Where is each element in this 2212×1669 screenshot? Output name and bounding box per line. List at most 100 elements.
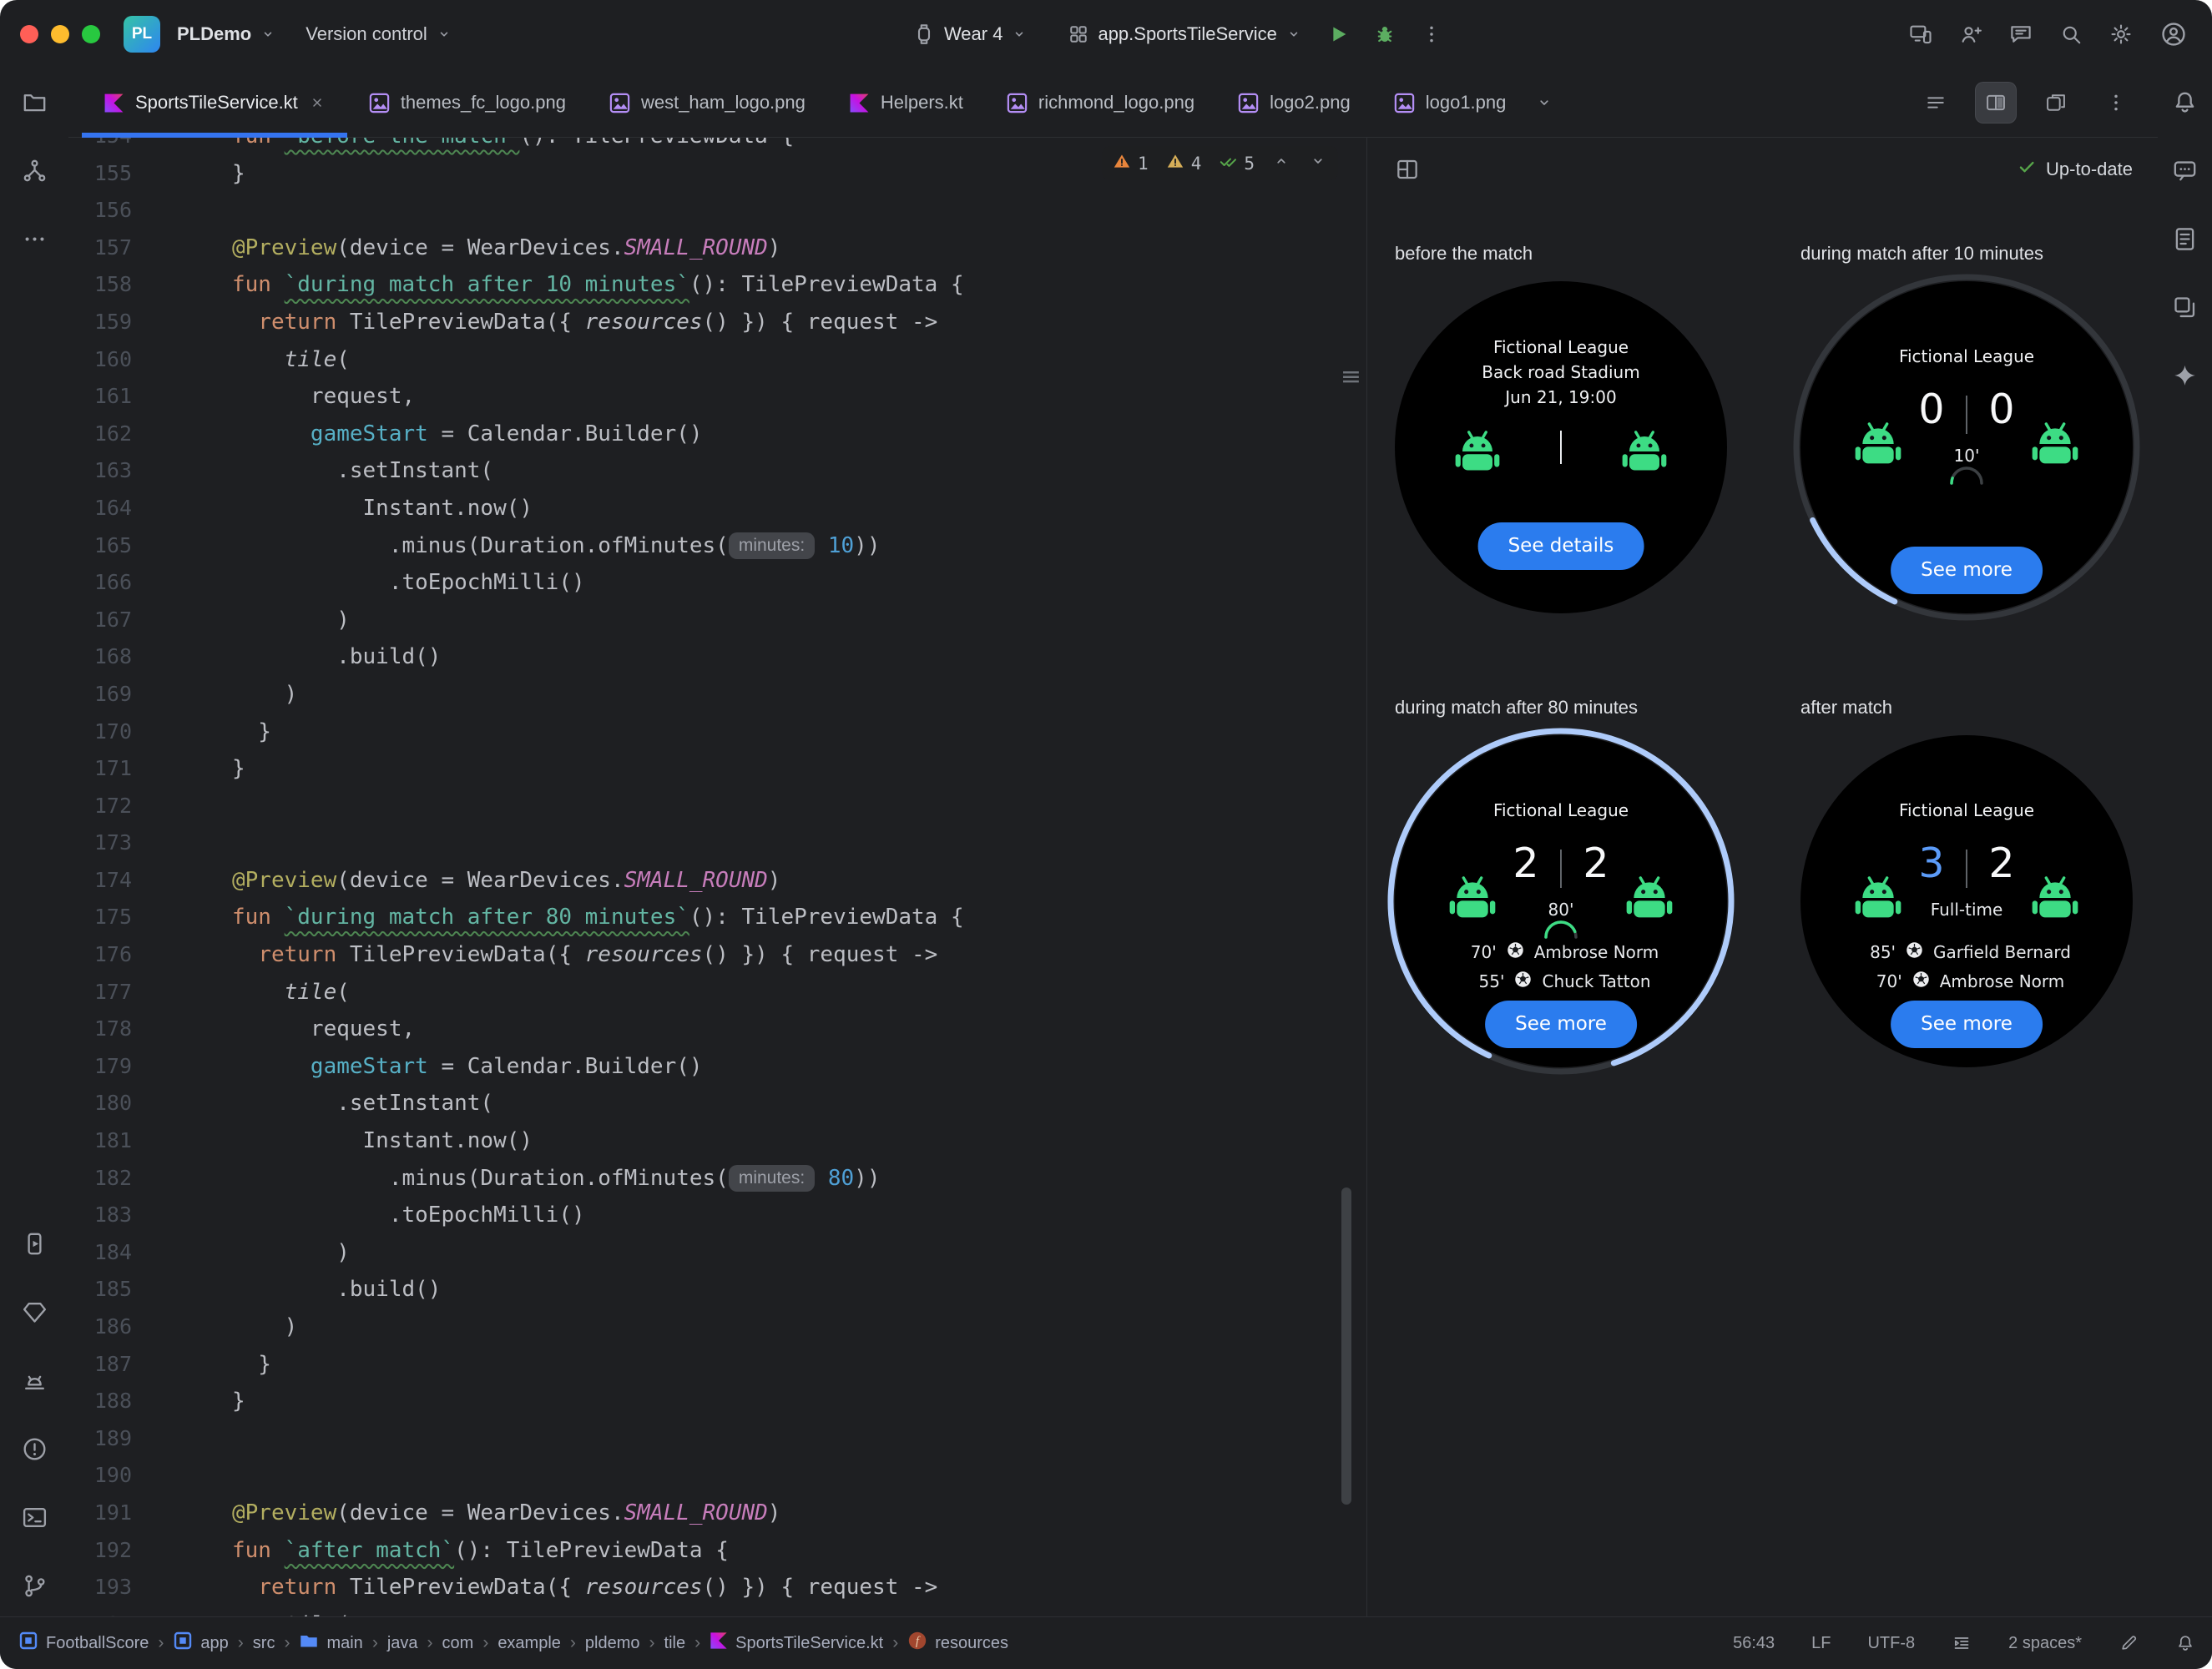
tab-SportsTileService.kt[interactable]: SportsTileService.kt — [82, 68, 347, 138]
line-number: 176 — [93, 942, 132, 967]
time-gauge — [1542, 920, 1580, 943]
warning-badge[interactable]: 4 — [1165, 151, 1201, 175]
code-line: 161 request, — [68, 378, 1366, 416]
line-number: 179 — [93, 1053, 132, 1078]
breadcrumb-item[interactable]: src — [253, 1634, 275, 1653]
breadcrumb-item[interactable]: java — [387, 1634, 418, 1653]
app-insights-icon[interactable] — [11, 1288, 58, 1335]
vcs-menu[interactable]: Version control — [306, 23, 453, 45]
gemini-icon[interactable] — [2162, 352, 2209, 399]
soccer-ball-icon — [1912, 971, 1930, 992]
more-h-icon[interactable] — [11, 215, 58, 262]
tile-preview[interactable]: before the match Fictional League Back roa… — [1395, 243, 1727, 613]
feedback-icon[interactable] — [2008, 22, 2033, 47]
problems-icon[interactable] — [11, 1425, 58, 1472]
breadcrumb-item[interactable]: SportsTileService.kt — [710, 1631, 883, 1655]
tile-preview[interactable]: during match after 80 minutes Fictional L… — [1387, 697, 1735, 1075]
write-access-icon[interactable] — [2119, 1633, 2139, 1653]
user-plus-icon[interactable] — [1958, 22, 1983, 47]
tab-bar: SportsTileService.kt themes_fc_logo.png we… — [68, 68, 2158, 138]
editor-scrollbar[interactable] — [1341, 1187, 1351, 1505]
detach-icon[interactable] — [2036, 83, 2076, 123]
code-line: 184 ) — [68, 1234, 1366, 1272]
line-separator[interactable]: LF — [1811, 1634, 1831, 1653]
user-avatar[interactable] — [2155, 16, 2192, 53]
caret-position[interactable]: 56:43 — [1733, 1634, 1775, 1653]
project-logo: PL — [124, 16, 160, 53]
run-button[interactable] — [1320, 16, 1356, 53]
tab-west_ham_logo.png[interactable]: west_ham_logo.png — [588, 68, 827, 137]
tab-label: richmond_logo.png — [1038, 92, 1195, 113]
breadcrumb-item[interactable]: example — [497, 1634, 561, 1653]
tile-preview[interactable]: after match Fictional League 3 2 Full-time 85… — [1800, 697, 2133, 1067]
tab-themes_fc_logo.png[interactable]: themes_fc_logo.png — [347, 68, 588, 137]
breadcrumb-item[interactable]: f resources — [907, 1631, 1008, 1656]
breadcrumb-separator: › — [371, 1633, 378, 1652]
kotlin-file-icon — [104, 93, 124, 113]
prev-problem-icon[interactable] — [1271, 151, 1291, 175]
breadcrumb-item[interactable]: pldemo — [585, 1634, 640, 1653]
settings-icon[interactable] — [2108, 22, 2134, 47]
inspection-widget[interactable]: 1 4 5 — [1102, 146, 1338, 180]
code-line: 175 fun `during match after 80 minutes`()… — [68, 899, 1366, 936]
titlebar: PL PLDemo Version control Wear 4 app.Spo… — [0, 0, 2212, 68]
notifications-icon[interactable] — [2175, 1633, 2195, 1653]
zoom-window-button[interactable] — [82, 25, 100, 43]
logcat-icon[interactable] — [11, 1357, 58, 1404]
tab-logo1.png[interactable]: logo1.png — [1372, 68, 1528, 137]
match-time: 10' — [1953, 446, 1980, 466]
structure-icon[interactable] — [11, 147, 58, 194]
indent-options-icon[interactable] — [1952, 1633, 1972, 1653]
debug-button[interactable] — [1366, 16, 1403, 53]
project-menu[interactable]: PLDemo — [177, 23, 277, 45]
more-v-icon[interactable] — [2096, 83, 2136, 123]
passed-checks-badge[interactable]: 5 — [1218, 151, 1255, 175]
code-line: 174 @Preview(device = WearDevices.SMALL_R… — [68, 862, 1366, 900]
search-icon[interactable] — [2058, 22, 2083, 47]
git-branch-icon[interactable] — [11, 1562, 58, 1609]
device-explorer-icon[interactable] — [2162, 284, 2209, 330]
device-mirror-icon[interactable] — [1908, 22, 1933, 47]
editor[interactable]: 154fun `before the match`(): TilePreview… — [68, 138, 1366, 1617]
next-problem-icon[interactable] — [1308, 151, 1328, 175]
line-number: 192 — [93, 1537, 132, 1562]
breadcrumb-separator: › — [158, 1633, 164, 1652]
close-window-button[interactable] — [20, 25, 38, 43]
line-number: 181 — [93, 1128, 132, 1153]
preview-layout-icon[interactable] — [1394, 156, 1421, 183]
ai-assistant-icon[interactable] — [2162, 147, 2209, 194]
line-number: 168 — [93, 644, 132, 669]
tab-Helpers.kt[interactable]: Helpers.kt — [827, 68, 985, 137]
code-line: 191 @Preview(device = WearDevices.SMALL_R… — [68, 1495, 1366, 1532]
indent-setting[interactable]: 2 spaces* — [2008, 1634, 2082, 1653]
breadcrumb-item[interactable]: FootballScore — [18, 1631, 149, 1656]
list-icon[interactable] — [1916, 83, 1956, 123]
tile-preview[interactable]: during match after 10 minutes Fictional L… — [1793, 243, 2140, 621]
running-devices-icon[interactable] — [11, 1220, 58, 1267]
project-icon[interactable] — [11, 78, 58, 125]
breadcrumb-item[interactable]: main — [299, 1631, 363, 1656]
line-number: 158 — [93, 272, 132, 297]
split-icon[interactable] — [1976, 83, 2016, 123]
breadcrumb-item[interactable]: com — [442, 1634, 474, 1653]
build-doc-icon[interactable] — [2162, 215, 2209, 262]
run-configuration-selector[interactable]: app.SportsTileService — [1067, 23, 1302, 46]
code-line: 185 .build() — [68, 1271, 1366, 1308]
terminal-icon[interactable] — [11, 1494, 58, 1540]
chevron-down-icon — [435, 25, 453, 43]
close-tab-icon[interactable] — [309, 94, 326, 111]
breadcrumb-item[interactable]: tile — [664, 1634, 686, 1653]
kotlin-file-icon — [710, 1631, 728, 1655]
tab-logo2.png[interactable]: logo2.png — [1216, 68, 1372, 137]
tab-richmond_logo.png[interactable]: richmond_logo.png — [985, 68, 1216, 137]
breadcrumb-item[interactable]: app — [173, 1631, 229, 1656]
more-actions-icon[interactable] — [1413, 16, 1450, 53]
split-handle[interactable]: ≡ — [1341, 365, 1361, 390]
hidden-tabs-chevron[interactable] — [1528, 68, 1561, 137]
notifications-icon[interactable] — [2162, 78, 2209, 125]
code-line: 165 .minus(Duration.ofMinutes(minutes: 1… — [68, 527, 1366, 565]
weak-warning-badge[interactable]: 1 — [1112, 151, 1149, 175]
device-selector[interactable]: Wear 4 — [912, 22, 1029, 47]
file-encoding[interactable]: UTF-8 — [1867, 1634, 1915, 1653]
minimize-window-button[interactable] — [51, 25, 69, 43]
